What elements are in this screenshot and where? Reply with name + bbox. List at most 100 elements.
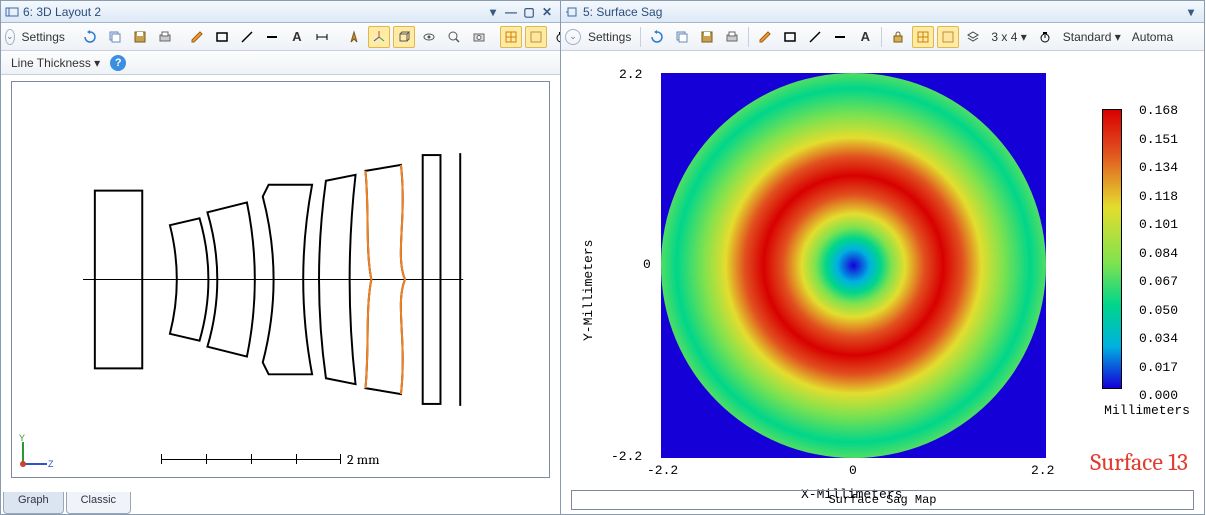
dropdown-icon[interactable]: ▾ (1182, 4, 1200, 20)
footer-caption: Surface Sag Map (571, 490, 1194, 510)
cb-tick: 0.101 (1139, 217, 1178, 232)
cb-tick: 0.168 (1139, 103, 1178, 118)
x-tick-mid: 0 (849, 463, 857, 478)
refresh-icon[interactable] (79, 26, 101, 48)
layout-canvas[interactable]: Y Z 2 mm Graph Classic (1, 75, 560, 514)
rectangle-icon[interactable] (211, 26, 233, 48)
colorbar (1102, 109, 1122, 389)
pencil-icon[interactable] (754, 26, 776, 48)
tab-bar: Graph Classic (3, 492, 131, 514)
copy-icon[interactable] (104, 26, 126, 48)
help-icon[interactable]: ? (110, 55, 126, 71)
canvas-frame (11, 81, 550, 478)
line-icon[interactable] (236, 26, 258, 48)
tab-classic[interactable]: Classic (66, 492, 131, 514)
cb-tick: 0.151 (1139, 132, 1178, 147)
svg-text:Y: Y (19, 433, 25, 443)
print-icon[interactable] (154, 26, 176, 48)
scale-label: 2 mm (347, 451, 379, 468)
pencil-icon[interactable] (186, 26, 208, 48)
cb-tick: 0.134 (1139, 160, 1178, 175)
print-icon[interactable] (721, 26, 743, 48)
standard-dropdown[interactable]: Standard ▾ (1059, 30, 1125, 44)
dimension-icon[interactable] (311, 26, 333, 48)
cb-tick: 0.034 (1139, 331, 1178, 346)
save-icon[interactable] (696, 26, 718, 48)
x-tick-max: 2.2 (1031, 463, 1054, 478)
line-thickness-label: Line Thickness (11, 56, 91, 70)
line-thickness-dropdown[interactable]: Line Thickness ▾ (7, 56, 104, 70)
camera-icon[interactable] (468, 26, 490, 48)
colorbar-unit: Millimeters (1104, 403, 1190, 418)
cb-tick: 0.084 (1139, 246, 1178, 261)
eye-icon[interactable] (418, 26, 440, 48)
settings-button[interactable]: Settings (584, 30, 635, 44)
close-button[interactable]: ✕ (538, 4, 556, 20)
y-tick-min: -2.2 (611, 449, 642, 464)
grid-size-dropdown[interactable]: 3 x 4 ▾ (987, 30, 1030, 44)
sag-heatmap (661, 73, 1046, 458)
text-a-icon[interactable]: A (854, 26, 876, 48)
grid-icon[interactable] (937, 26, 959, 48)
settings-button[interactable]: Settings (18, 30, 69, 44)
toolbar-left-2: Line Thickness ▾ ? (1, 51, 560, 75)
save-icon[interactable] (129, 26, 151, 48)
refresh-icon[interactable] (646, 26, 668, 48)
separator (640, 27, 641, 47)
x-tick-min: -2.2 (647, 463, 678, 478)
panel-3d-layout: 6: 3D Layout 2 ▾ — ▢ ✕ ⌄ Settings A Lin (0, 0, 561, 515)
sag-canvas[interactable]: 2.2 0 -2.2 -2.2 0 2.2 Y-Millimeters X-Mi… (561, 51, 1204, 514)
cb-tick: 0.000 (1139, 388, 1178, 403)
scale-bar: 2 mm (161, 451, 379, 468)
titlebar-left: 6: 3D Layout 2 ▾ — ▢ ✕ (1, 1, 560, 23)
cb-tick: 0.067 (1139, 274, 1178, 289)
tab-graph[interactable]: Graph (3, 492, 64, 514)
text-a-icon[interactable]: A (286, 26, 308, 48)
titlebar-right: 5: Surface Sag ▾ (561, 1, 1204, 23)
sag-icon (565, 5, 579, 19)
toolbar-right: ⌄ Settings A 3 x 4 ▾ Standard ▾ Automa (561, 23, 1204, 51)
lock-icon[interactable] (887, 26, 909, 48)
compass-icon[interactable] (343, 26, 365, 48)
layers-icon[interactable] (962, 26, 984, 48)
maximize-button[interactable]: ▢ (520, 4, 538, 20)
line-icon[interactable] (804, 26, 826, 48)
standard-label: Standard (1063, 30, 1112, 44)
fit-icon[interactable] (912, 26, 934, 48)
automa-label: Automa (1132, 30, 1173, 44)
separator (748, 27, 749, 47)
grid-icon[interactable] (525, 26, 547, 48)
y-tick-mid: 0 (643, 257, 651, 272)
grid-size-label: 3 x 4 (991, 30, 1017, 44)
stopwatch-icon[interactable] (1034, 26, 1056, 48)
y-tick-max: 2.2 (619, 67, 642, 82)
cb-tick: 0.050 (1139, 303, 1178, 318)
axis-gizmo: Y Z (15, 432, 55, 472)
surface-annotation: Surface 13 (1090, 448, 1188, 476)
automa-dropdown[interactable]: Automa (1128, 30, 1177, 44)
zoom-icon[interactable] (443, 26, 465, 48)
svg-text:Z: Z (48, 459, 54, 469)
chevron-down-icon[interactable]: ⌄ (565, 29, 581, 45)
dropdown-icon[interactable]: ▾ (484, 4, 502, 20)
separator (881, 27, 882, 47)
layout-icon (5, 5, 19, 19)
chevron-down-icon[interactable]: ⌄ (5, 29, 15, 45)
fit-icon[interactable] (500, 26, 522, 48)
panel-surface-sag: 5: Surface Sag ▾ ⌄ Settings A 3 x 4 ▾ St… (560, 0, 1205, 515)
axis-xyz-icon[interactable] (368, 26, 390, 48)
copy-icon[interactable] (671, 26, 693, 48)
rectangle-icon[interactable] (779, 26, 801, 48)
y-axis-label: Y-Millimeters (581, 240, 596, 341)
cube-icon[interactable] (393, 26, 415, 48)
cb-tick: 0.118 (1139, 189, 1178, 204)
footer-text: Surface Sag Map (828, 493, 936, 507)
toolbar-left: ⌄ Settings A (1, 23, 560, 51)
dash-icon[interactable] (829, 26, 851, 48)
minimize-button[interactable]: — (502, 4, 520, 20)
colorbar-labels: 0.168 0.151 0.134 0.118 0.101 0.084 0.06… (1139, 103, 1178, 403)
lens-layout-drawing (12, 82, 549, 477)
dash-icon[interactable] (261, 26, 283, 48)
window-title: 5: Surface Sag (583, 5, 662, 19)
cb-tick: 0.017 (1139, 360, 1178, 375)
